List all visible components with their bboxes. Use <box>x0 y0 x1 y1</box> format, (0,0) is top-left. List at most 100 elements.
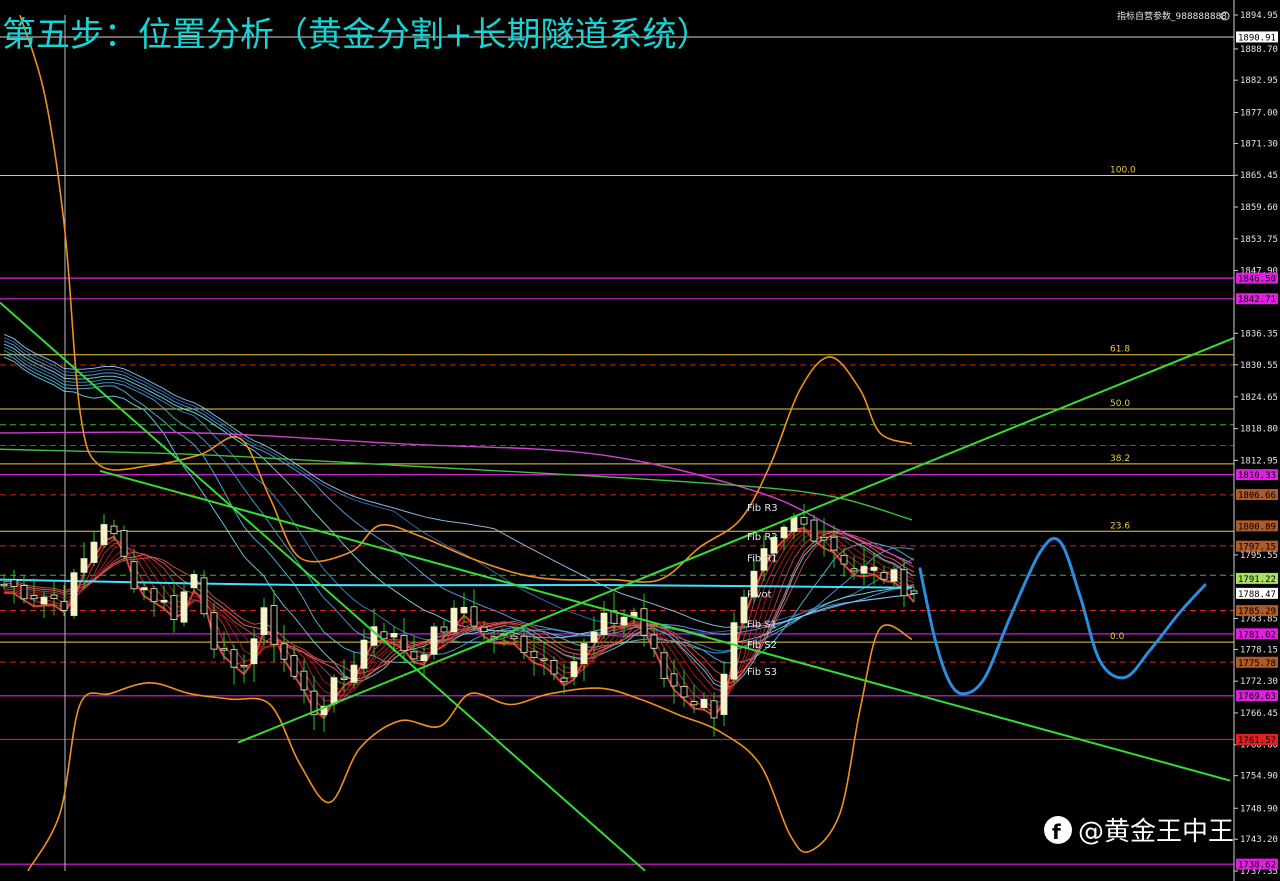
price-tick-label: 1743.20 <box>1240 835 1278 845</box>
candle-body <box>570 661 578 678</box>
candle-body <box>840 554 848 565</box>
candle-body <box>720 673 728 715</box>
svg-text:f: f <box>1052 820 1061 844</box>
price-tick-label: 1865.45 <box>1240 171 1278 181</box>
pivot-level-label: Fib S2 <box>747 640 777 651</box>
candle-body <box>470 606 478 627</box>
candle-body <box>870 566 878 571</box>
candle-body <box>340 677 348 680</box>
candle-body <box>480 626 488 633</box>
candle-body <box>250 638 258 665</box>
candle-body <box>390 633 398 638</box>
candle-body <box>890 569 898 582</box>
candle-body <box>330 677 338 705</box>
candle-body <box>650 634 658 649</box>
candle-body <box>10 579 18 587</box>
candle-body <box>80 558 88 573</box>
candle-body <box>880 572 888 580</box>
price-badge-label: 1806.66 <box>1238 491 1276 501</box>
price-tick-label: 1882.95 <box>1240 76 1278 86</box>
price-tick-label: 1772.30 <box>1240 677 1278 687</box>
candle-body <box>20 585 28 600</box>
candle-body <box>110 525 118 535</box>
candle-body <box>730 622 738 680</box>
price-tick-label: 1824.65 <box>1240 393 1278 403</box>
candle-body <box>620 616 628 626</box>
candle-body <box>30 595 38 600</box>
price-tick-label: 1871.30 <box>1240 139 1278 149</box>
candle-body <box>560 677 568 683</box>
fib-level-label: 100.0 <box>1110 166 1136 176</box>
candle-body <box>400 635 408 652</box>
chart-title: 第五步：位置分析（黄金分割+长期隧道系统） <box>2 15 711 55</box>
price-tick-label: 1748.90 <box>1240 804 1278 814</box>
candle-body <box>410 651 418 660</box>
candle-body <box>850 568 858 572</box>
price-badge-label: 1788.47 <box>1238 590 1276 600</box>
candle-body <box>240 664 248 668</box>
candle-body <box>460 606 468 614</box>
candle-body <box>670 673 678 687</box>
candle-body <box>140 587 148 591</box>
price-tick-label: 1812.95 <box>1240 456 1278 466</box>
candle-body <box>900 569 908 597</box>
fib-level-label: 0.0 <box>1110 632 1125 642</box>
pivot-level-label: Fib R2 <box>747 532 778 543</box>
candle-body <box>40 596 48 605</box>
pivot-level-label: Fib R1 <box>747 553 778 564</box>
candle-body <box>690 701 698 706</box>
price-badge-label: 1846.50 <box>1238 275 1276 285</box>
candle-body <box>580 643 588 664</box>
chart: 100.0 61.8 50.0 38.2 23.6 0.0 Fib R3 Fib R2 Fib … <box>0 0 1280 881</box>
candle-body <box>100 524 108 545</box>
price-tick-label: 1894.95 <box>1240 11 1278 21</box>
candle-body <box>510 635 518 640</box>
price-tick-label: 1853.75 <box>1240 235 1278 245</box>
indicator-label: 指标自营参数_988888888 <box>1117 10 1227 22</box>
candle-body <box>170 595 178 621</box>
candle-body <box>440 626 448 633</box>
candle-body <box>520 635 528 654</box>
candle-body <box>590 631 598 643</box>
candle-body <box>780 526 788 539</box>
candle-body <box>420 654 428 661</box>
price-tick-label: 1830.55 <box>1240 361 1278 371</box>
pivot-level-label: Fib S1 <box>747 620 777 631</box>
candle-body <box>220 648 228 651</box>
candle-body <box>190 574 198 589</box>
candle-body <box>800 517 808 525</box>
candle-body <box>430 626 438 655</box>
candle-body <box>820 536 828 541</box>
price-badge-label: 1781.02 <box>1238 630 1276 640</box>
candle-body <box>660 652 668 679</box>
fib-level-label: 23.6 <box>1110 521 1130 531</box>
fib-level-label: 50.0 <box>1110 399 1130 409</box>
price-badge-label: 1810.33 <box>1238 471 1276 481</box>
price-tick-label: 1778.15 <box>1240 645 1278 655</box>
price-badge-label: 1890.91 <box>1238 33 1276 43</box>
candle-body <box>200 577 208 615</box>
candle-body <box>260 607 268 635</box>
candle-body <box>0 583 8 587</box>
price-badge-label: 1769.63 <box>1238 692 1276 702</box>
candle-body <box>300 670 308 691</box>
price-tick-label: 1754.90 <box>1240 772 1278 782</box>
price-tick-label: 1818.80 <box>1240 425 1278 435</box>
candle-body <box>910 590 918 594</box>
price-badge-label: 1761.57 <box>1238 736 1276 746</box>
price-badge-label: 1797.15 <box>1238 543 1276 553</box>
candle-body <box>70 572 78 616</box>
candle-body <box>210 612 218 650</box>
candle-body <box>60 601 68 611</box>
candle-body <box>700 698 708 708</box>
fib-level-label: 38.2 <box>1110 454 1130 464</box>
candle-body <box>150 588 158 603</box>
candle-body <box>810 519 818 542</box>
fib-level-label: 61.8 <box>1110 345 1130 355</box>
price-badge-label: 1775.78 <box>1238 659 1276 669</box>
candle-body <box>550 659 558 675</box>
candle-body <box>860 566 868 574</box>
candle-body <box>710 700 718 719</box>
candle-body <box>290 655 298 677</box>
candle-body <box>350 664 358 683</box>
